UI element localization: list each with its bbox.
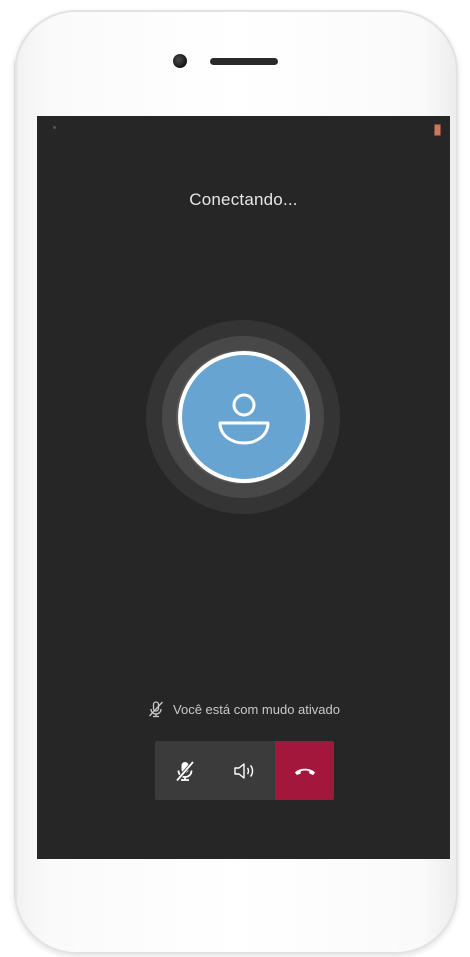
mute-button[interactable]: [155, 741, 215, 800]
earpiece-speaker: [210, 58, 278, 65]
status-indicator: [53, 126, 56, 129]
phone-side-edge: [14, 60, 20, 900]
avatar: [178, 351, 310, 483]
phone-hangup-icon: [294, 768, 315, 775]
speaker-button[interactable]: [215, 741, 275, 800]
call-controls: [155, 741, 334, 800]
hangup-button[interactable]: [275, 741, 334, 800]
avatar-circle: [182, 355, 306, 479]
call-status: Conectando...: [189, 190, 298, 209]
front-camera: [173, 54, 187, 68]
speaker-icon: [234, 762, 254, 779]
microphone-off-icon: [175, 760, 195, 782]
mute-notice: Você está com mudo ativado: [37, 700, 450, 718]
person-icon: [218, 393, 270, 445]
call-screen: Conectando... Você está com mudo ativado: [37, 116, 450, 859]
mute-notice-text: Você está com mudo ativado: [173, 701, 340, 717]
battery-icon: [434, 124, 441, 136]
microphone-off-icon: [149, 701, 164, 718]
